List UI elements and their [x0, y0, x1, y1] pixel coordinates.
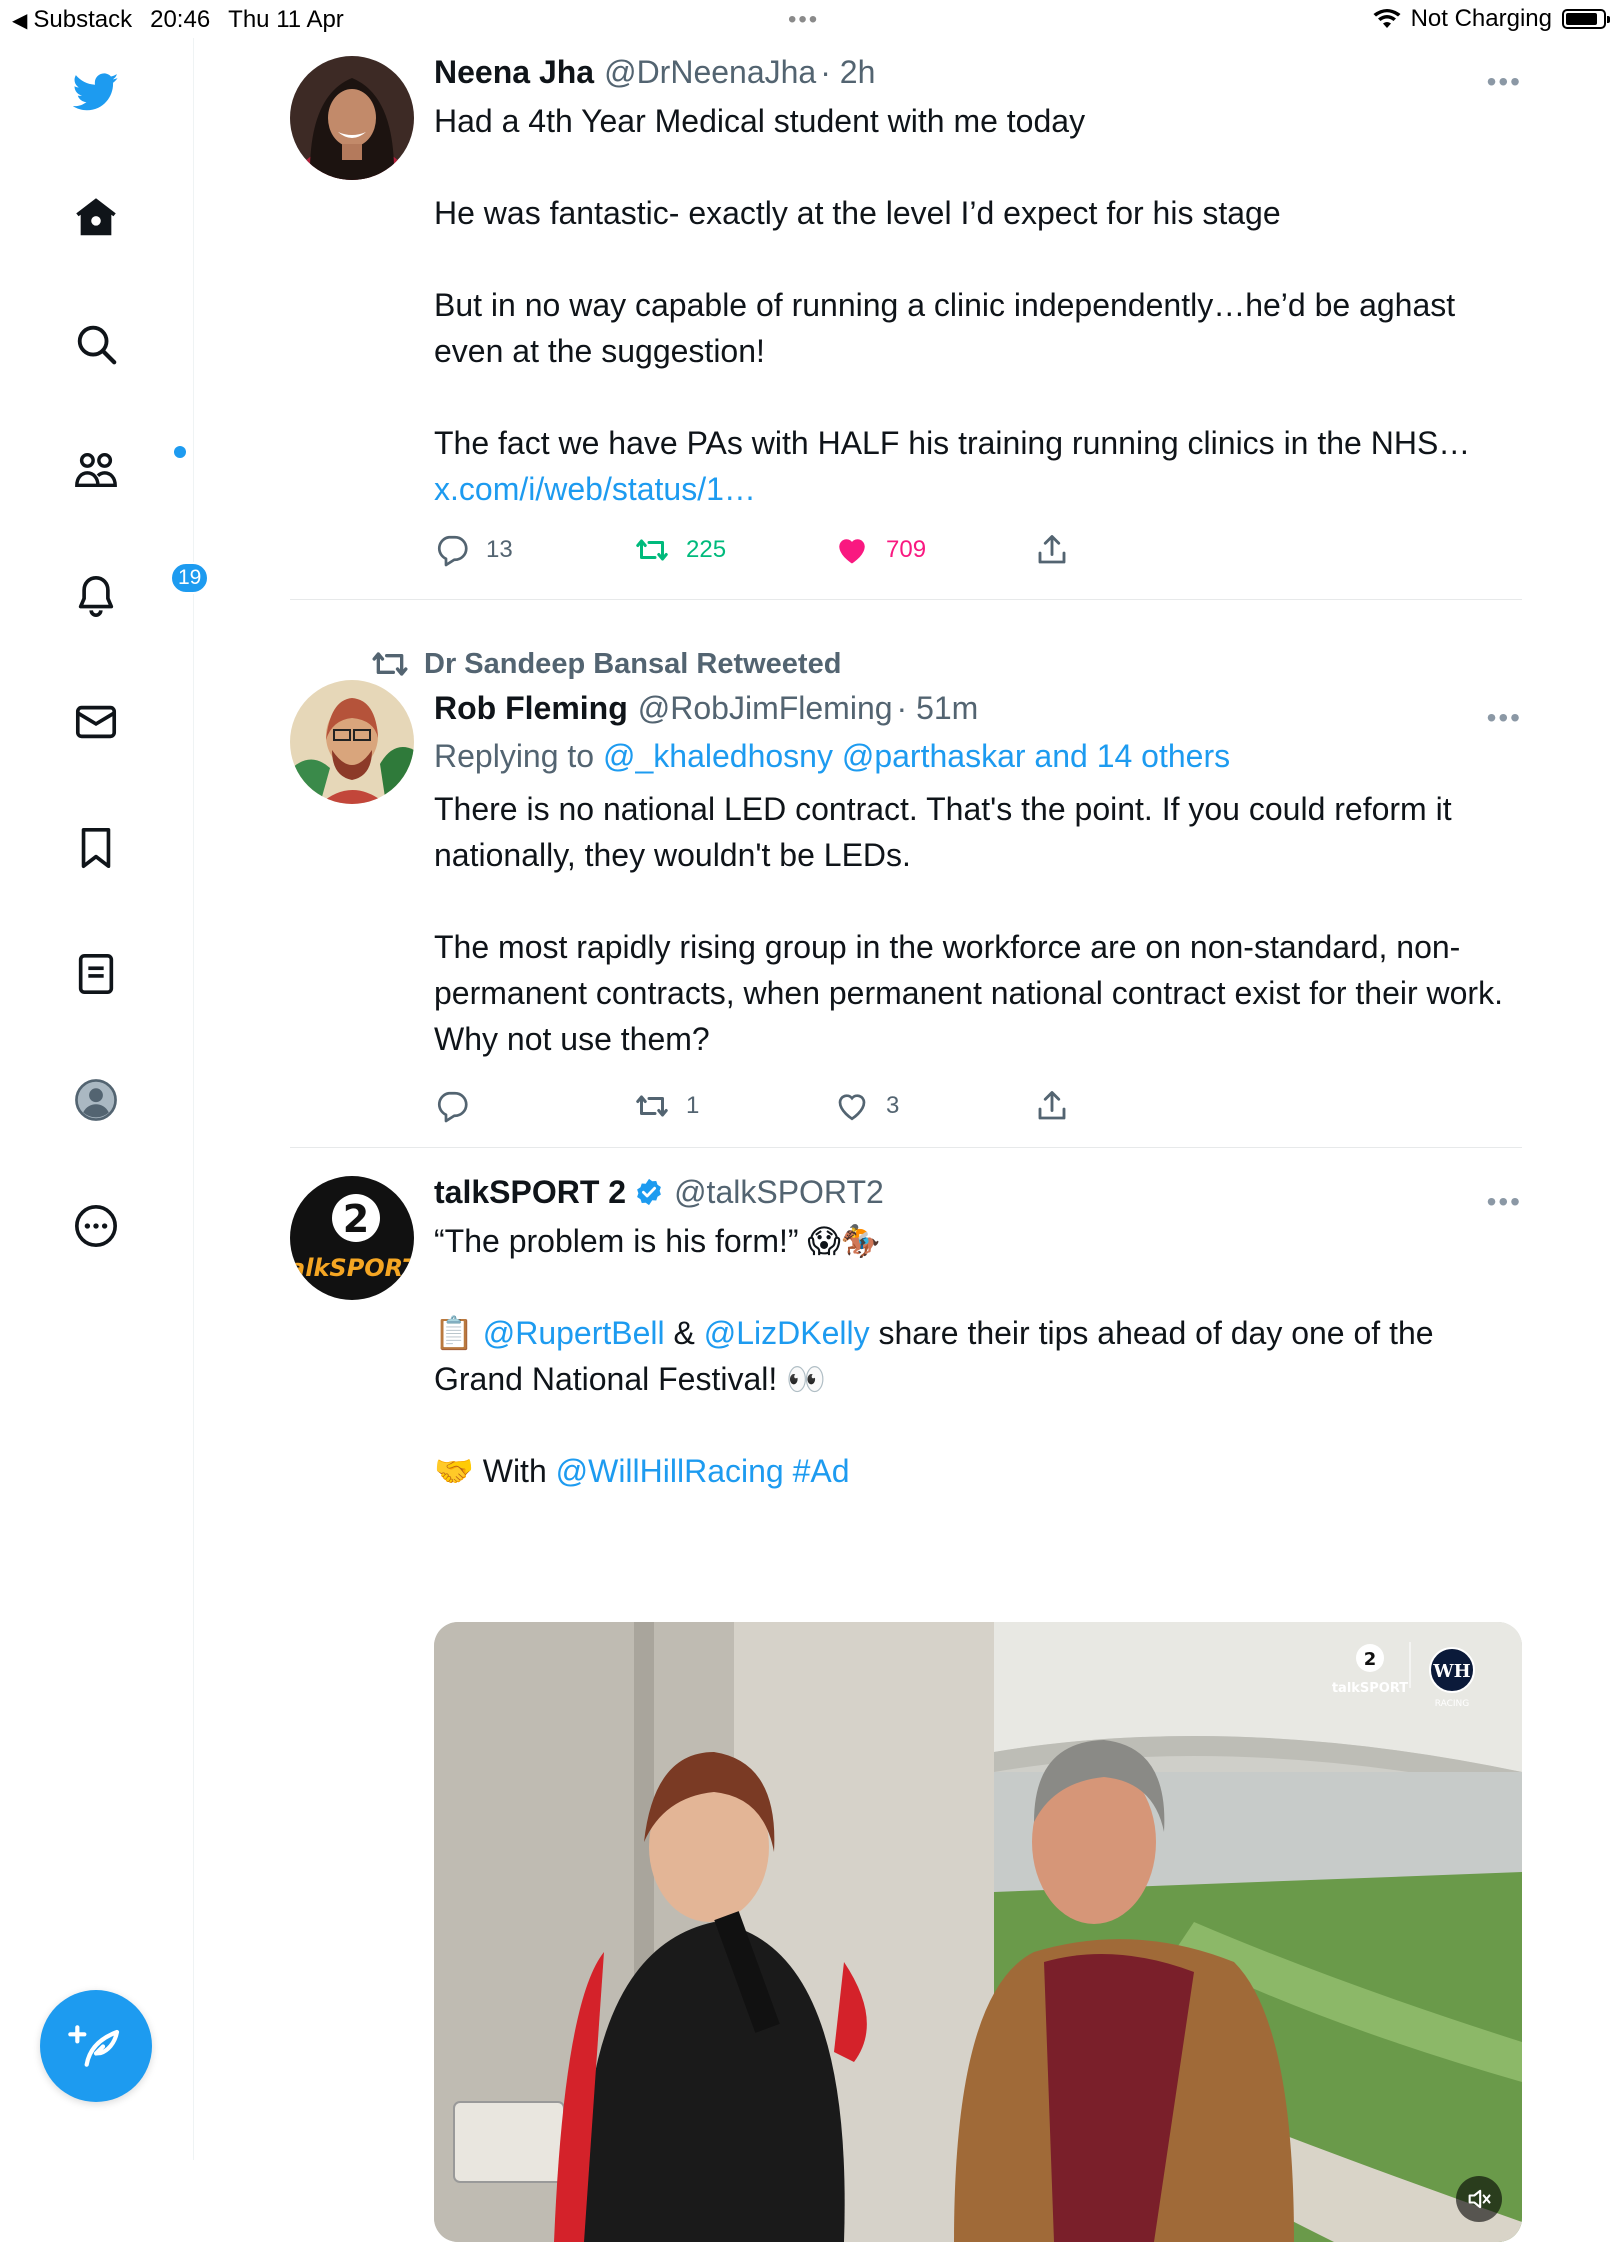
replying-to-label: Replying to: [434, 738, 603, 774]
retweet-button[interactable]: 1: [634, 1088, 834, 1124]
handshake-text: 🤝 With: [434, 1453, 556, 1489]
twitter-logo-icon[interactable]: [70, 66, 122, 118]
reply-count: 13: [486, 536, 513, 563]
tweet-time[interactable]: · 2h: [820, 52, 875, 92]
social-context: Dr Sandeep Bansal Retweeted: [370, 644, 841, 684]
replying-to-users[interactable]: @_khaledhosny @parthaskar and 14 others: [603, 738, 1230, 774]
more-options-icon[interactable]: •••: [1487, 66, 1522, 98]
reply-icon: [437, 535, 468, 567]
clipboard-emoji: 📋: [434, 1315, 483, 1351]
back-app-link[interactable]: Substack: [33, 6, 132, 34]
timeline-feed: Neena Jha @DrNeenaJha · 2h ••• Had a 4th…: [290, 38, 1522, 2242]
author-handle[interactable]: @talkSPORT2: [674, 1172, 884, 1212]
home-icon[interactable]: [70, 192, 122, 244]
mention-willhillracing[interactable]: @WillHillRacing: [556, 1453, 784, 1489]
video-player[interactable]: WH RACING 2 talkSPORT: [434, 1622, 1522, 2242]
reply-button[interactable]: 13: [434, 532, 634, 568]
bookmark-icon[interactable]: [70, 822, 122, 874]
retweet-icon: [372, 652, 408, 676]
sidebar: 19: [0, 38, 210, 2160]
retweeted-by-label[interactable]: Dr Sandeep Bansal Retweeted: [424, 648, 841, 681]
status-time: 20:46: [150, 6, 211, 33]
like-count: 709: [886, 536, 927, 563]
like-button[interactable]: 3: [834, 1088, 1034, 1124]
svg-text:2: 2: [343, 1197, 369, 1241]
reply-button[interactable]: [434, 1088, 634, 1124]
video-logo-talksport: talkSPORT: [1332, 1681, 1408, 1696]
charging-status: Not Charging: [1410, 5, 1552, 32]
like-button[interactable]: 709: [834, 532, 1034, 568]
tweet-text: There is no national LED contract. That'…: [434, 791, 1503, 1057]
heart-icon: [838, 1094, 866, 1121]
muted-speaker-icon: [1468, 2189, 1491, 2209]
status-bar: ◀ Substack 20:46 Thu 11 Apr ••• Not Char…: [0, 0, 1620, 38]
mention-rupertbell[interactable]: @RupertBell: [483, 1315, 665, 1351]
more-options-icon[interactable]: •••: [1487, 1186, 1522, 1218]
tweet-text: “The problem is his form!” 😱🏇 📋 @RupertB…: [434, 1218, 1522, 1494]
battery-icon: [1562, 9, 1610, 29]
tweet-neena-jha[interactable]: Neena Jha @DrNeenaJha · 2h ••• Had a 4th…: [290, 38, 1522, 600]
author-handle[interactable]: @RobJimFleming: [638, 688, 893, 728]
tweet-header: Rob Fleming @RobJimFleming · 51m: [434, 688, 1522, 728]
svg-text:2: 2: [1364, 1649, 1377, 1670]
mute-button[interactable]: [1456, 2176, 1502, 2222]
list-icon[interactable]: [70, 948, 122, 1000]
compose-feather-icon: [68, 2025, 120, 2067]
tweet-header: Neena Jha @DrNeenaJha · 2h: [434, 52, 1522, 92]
svg-text:talkSPORT: talkSPORT: [290, 1254, 414, 1282]
retweet-count: 225: [686, 536, 727, 563]
verified-badge-icon: [637, 1178, 661, 1206]
like-count: 3: [886, 1092, 900, 1119]
share-icon: [1038, 1091, 1066, 1120]
hashtag-ad[interactable]: #Ad: [784, 1453, 850, 1489]
avatar-talksport2[interactable]: 2 talkSPORT: [290, 1176, 414, 1300]
tweet-text-line1: “The problem is his form!” 😱🏇: [434, 1223, 881, 1259]
author-handle[interactable]: @DrNeenaJha: [604, 52, 816, 92]
status-date: Thu 11 Apr: [228, 6, 344, 33]
ampersand-text: &: [664, 1315, 704, 1351]
retweet-count: 1: [686, 1092, 700, 1119]
more-options-icon[interactable]: •••: [1487, 702, 1522, 734]
new-dot-indicator: [174, 446, 186, 458]
retweet-icon: [636, 539, 668, 561]
tweet-header: talkSPORT 2 @talkSPORT2: [434, 1172, 1522, 1212]
communities-icon[interactable]: [70, 444, 186, 496]
tweet-actions: 1 3: [434, 1088, 1086, 1124]
tweet-talksport2[interactable]: 2 talkSPORT talkSPORT 2 @talkSPORT2 ••• …: [290, 1148, 1522, 2242]
video-thumbnail: WH RACING 2 talkSPORT: [434, 1622, 1522, 2242]
mention-lizdkelly[interactable]: @LizDKelly: [704, 1315, 870, 1351]
multitasking-dots-icon[interactable]: •••: [788, 6, 819, 34]
tweet-time[interactable]: · 51m: [897, 688, 979, 728]
back-arrow-icon[interactable]: ◀: [12, 8, 27, 33]
avatar-neena-jha[interactable]: [290, 56, 414, 180]
heart-filled-icon: [839, 539, 865, 564]
notification-count-badge: 19: [170, 562, 210, 594]
replying-to: Replying to @_khaledhosny @parthaskar an…: [434, 734, 1522, 778]
video-logo-racing: RACING: [1435, 1699, 1470, 1709]
search-icon[interactable]: [70, 318, 122, 370]
retweet-icon: [636, 1095, 668, 1117]
reply-icon: [437, 1091, 468, 1123]
profile-icon[interactable]: [70, 1074, 122, 1126]
bell-icon[interactable]: 19: [70, 562, 210, 622]
share-button[interactable]: [1034, 1088, 1086, 1124]
tweet-rob-fleming[interactable]: Dr Sandeep Bansal Retweeted Rob Fleming …: [290, 600, 1522, 1148]
author-name[interactable]: Neena Jha: [434, 52, 594, 92]
tweet-text-content: Had a 4th Year Medical student with me t…: [434, 103, 1471, 461]
svg-text:WH: WH: [1432, 1661, 1470, 1682]
author-name[interactable]: talkSPORT 2: [434, 1172, 626, 1212]
more-circle-icon[interactable]: [70, 1200, 122, 1252]
tweet-link[interactable]: x.com/i/web/status/1…: [434, 471, 756, 507]
avatar-rob-fleming[interactable]: [290, 680, 414, 804]
tweet-actions: 13 225 709: [434, 532, 1086, 568]
share-icon: [1038, 535, 1066, 564]
envelope-icon[interactable]: [70, 696, 122, 748]
author-name[interactable]: Rob Fleming: [434, 688, 628, 728]
wifi-icon: [1373, 9, 1401, 28]
compose-button[interactable]: [40, 1990, 152, 2102]
retweet-button[interactable]: 225: [634, 532, 834, 568]
share-button[interactable]: [1034, 532, 1086, 568]
tweet-text: Had a 4th Year Medical student with me t…: [434, 98, 1522, 512]
